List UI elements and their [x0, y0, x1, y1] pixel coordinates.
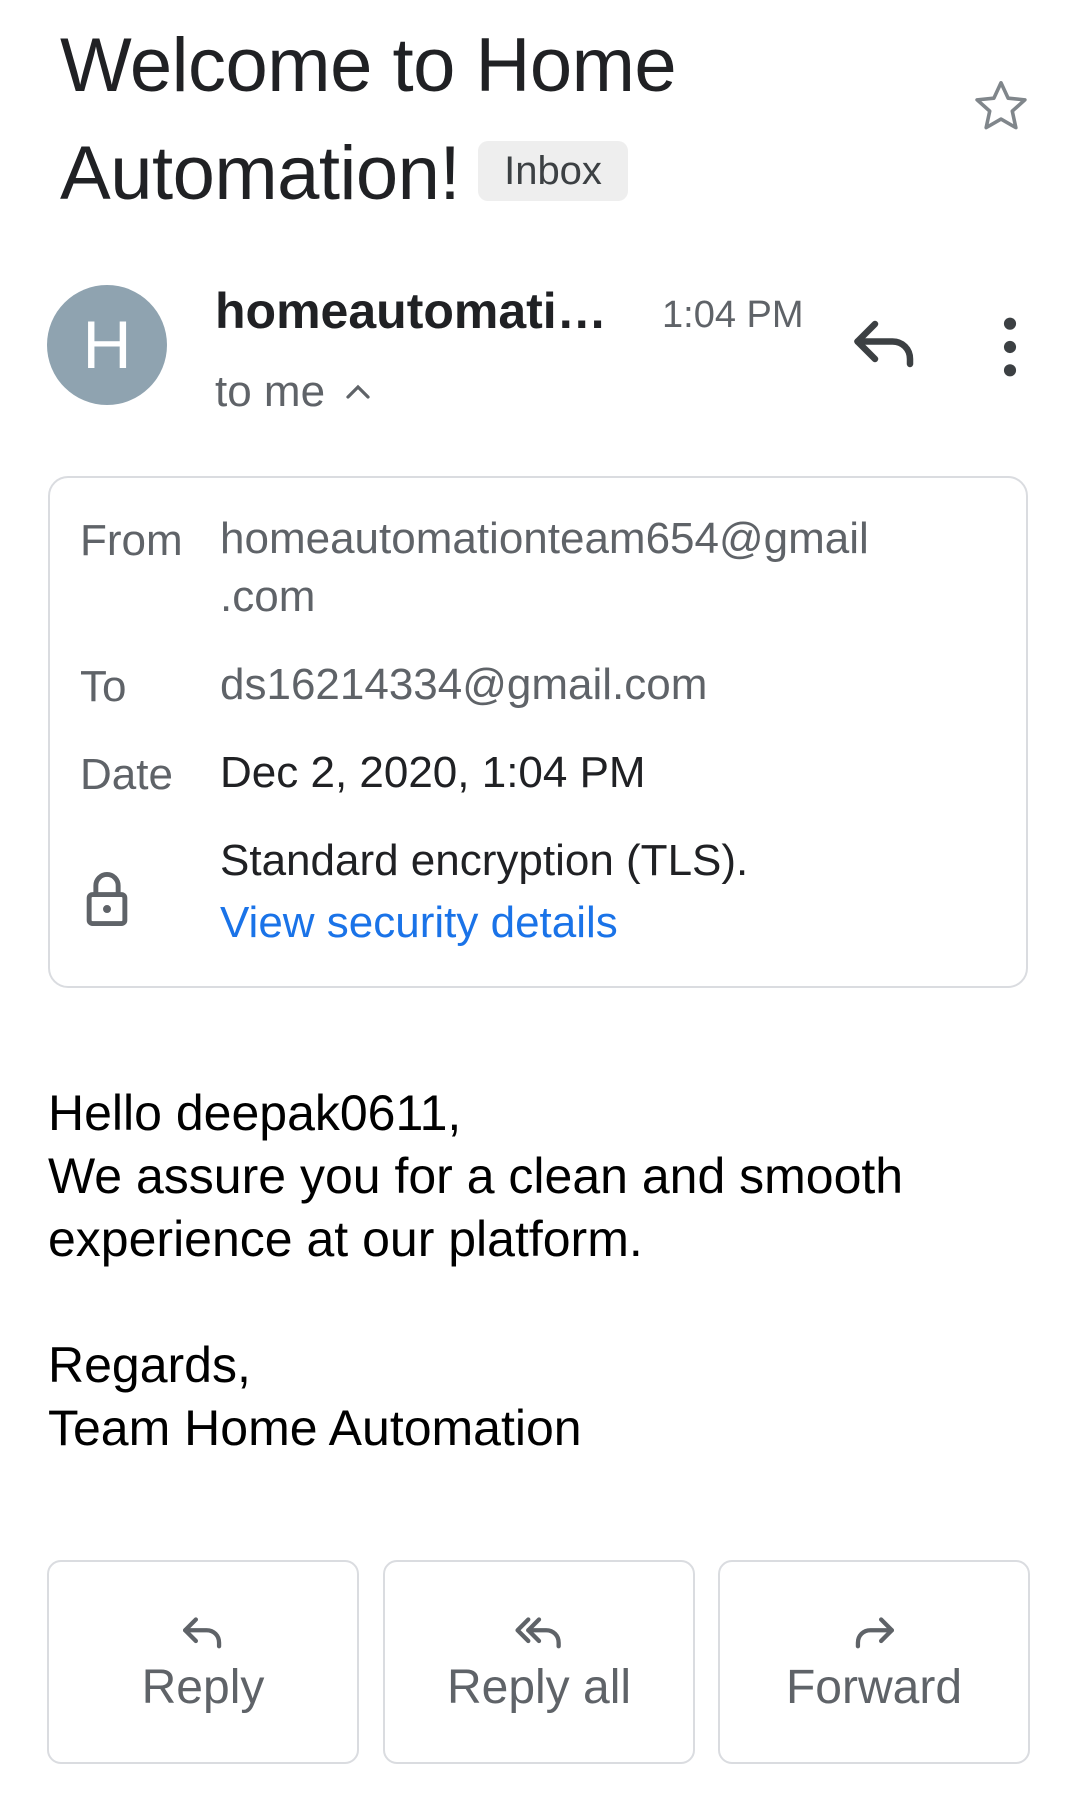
email-subject: Welcome to Home Automation! Inbox [60, 12, 940, 228]
reply-button-label: Reply [141, 1660, 265, 1714]
from-label: From [80, 516, 183, 565]
forward-button-label: Forward [785, 1660, 963, 1714]
email-view: Welcome to Home Automation! Inbox H homea… [0, 0, 1073, 1812]
from-value: homeautomationteam654@gmail .com [220, 510, 869, 626]
sender-time: 1:04 PM [662, 294, 804, 336]
forward-button[interactable]: Forward [718, 1560, 1030, 1764]
view-security-details-link[interactable]: View security details [220, 898, 618, 948]
date-value: Dec 2, 2020, 1:04 PM [220, 748, 646, 797]
forward-icon [855, 1616, 894, 1648]
reply-button[interactable]: Reply [47, 1560, 359, 1764]
to-value: ds16214334@gmail.com [220, 660, 708, 709]
reply-icon [183, 1616, 222, 1648]
body-closing: Regards, [48, 1337, 251, 1393]
reply-all-button[interactable]: Reply all [383, 1560, 695, 1764]
from-value-line1: homeautomationteam654@gmail [220, 514, 869, 563]
body-line: We assure you for a clean and smooth [48, 1148, 904, 1204]
more-vert-icon[interactable] [985, 312, 1035, 382]
star-icon[interactable] [968, 74, 1034, 140]
reply-icon[interactable] [850, 314, 920, 374]
message-details-card: From homeautomationteam654@gmail .com To… [48, 476, 1028, 988]
from-value-line2: .com [220, 572, 316, 621]
inbox-label-chip[interactable]: Inbox [478, 140, 628, 201]
recipient-details-toggle[interactable]: to me [215, 364, 373, 420]
reply-all-icon [515, 1616, 561, 1648]
body-signature: Team Home Automation [48, 1400, 582, 1456]
message-body: Hello deepak0611, We assure you for a cl… [48, 1082, 1028, 1460]
message-actions: Reply Reply all Forward [47, 1560, 1030, 1764]
sender-name[interactable]: homeautomationteam654@gmail.com [215, 282, 635, 340]
recipient-summary: to me [215, 367, 326, 416]
lock-icon [84, 870, 130, 928]
body-line: experience at our platform. [48, 1211, 643, 1267]
encryption-text: Standard encryption (TLS). [220, 836, 749, 885]
chevron-up-icon [346, 384, 370, 399]
body-greeting: Hello deepak0611, [48, 1085, 462, 1141]
to-label: To [80, 662, 127, 711]
reply-all-button-label: Reply all [446, 1660, 632, 1714]
sender-avatar[interactable]: H [47, 285, 167, 405]
date-label: Date [80, 750, 173, 799]
